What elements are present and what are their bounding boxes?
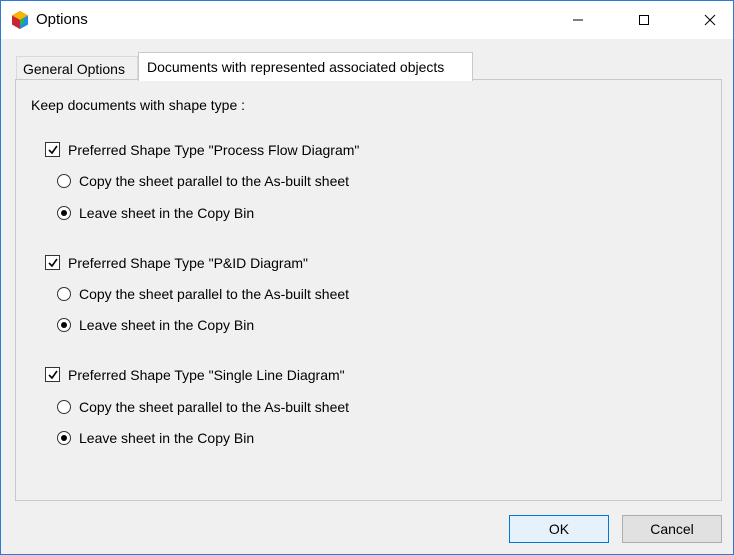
cancel-button[interactable]: Cancel [622,515,722,543]
single-line-copy-label[interactable]: Copy the sheet parallel to the As-built … [79,399,349,415]
ok-button[interactable]: OK [509,515,609,543]
title-bar: Options [1,1,733,39]
process-flow-leave-label[interactable]: Leave sheet in the Copy Bin [79,205,254,221]
close-icon [704,14,716,26]
process-flow-copy-radio[interactable] [57,174,71,188]
process-flow-leave-radio[interactable] [57,206,71,220]
single-line-leave-label[interactable]: Leave sheet in the Copy Bin [79,430,254,446]
close-button[interactable] [687,1,733,39]
maximize-button[interactable] [621,1,667,39]
single-line-checkbox-label[interactable]: Preferred Shape Type "Single Line Diagra… [68,367,345,383]
tab-label: General Options [23,60,125,77]
options-dialog: Options General Options Documents with r… [0,0,734,555]
checkmark-icon [48,370,58,380]
pid-diagram-copy-label[interactable]: Copy the sheet parallel to the As-built … [79,286,349,302]
tab-label: Documents with represented associated ob… [147,59,445,75]
app-logo-icon [10,10,30,30]
cancel-button-label: Cancel [650,521,694,537]
window-title: Options [36,11,88,28]
checkmark-icon [48,258,58,268]
keep-documents-label: Keep documents with shape type : [31,97,246,113]
minimize-icon [573,19,583,21]
single-line-leave-radio[interactable] [57,431,71,445]
tab-documents-associated-objects[interactable]: Documents with represented associated ob… [138,52,473,81]
process-flow-copy-label[interactable]: Copy the sheet parallel to the As-built … [79,173,349,189]
minimize-button[interactable] [555,1,601,39]
ok-button-label: OK [548,521,570,537]
pid-diagram-copy-radio[interactable] [57,287,71,301]
pid-diagram-checkbox-label[interactable]: Preferred Shape Type "P&ID Diagram" [68,255,308,271]
checkmark-icon [48,145,58,155]
pid-diagram-leave-radio[interactable] [57,318,71,332]
single-line-copy-radio[interactable] [57,400,71,414]
process-flow-checkbox[interactable] [45,142,60,157]
tab-general-options[interactable]: General Options [16,56,138,80]
single-line-checkbox[interactable] [45,367,60,382]
process-flow-checkbox-label[interactable]: Preferred Shape Type "Process Flow Diagr… [68,142,359,158]
maximize-icon [639,15,649,25]
pid-diagram-leave-label[interactable]: Leave sheet in the Copy Bin [79,317,254,333]
pid-diagram-checkbox[interactable] [45,255,60,270]
